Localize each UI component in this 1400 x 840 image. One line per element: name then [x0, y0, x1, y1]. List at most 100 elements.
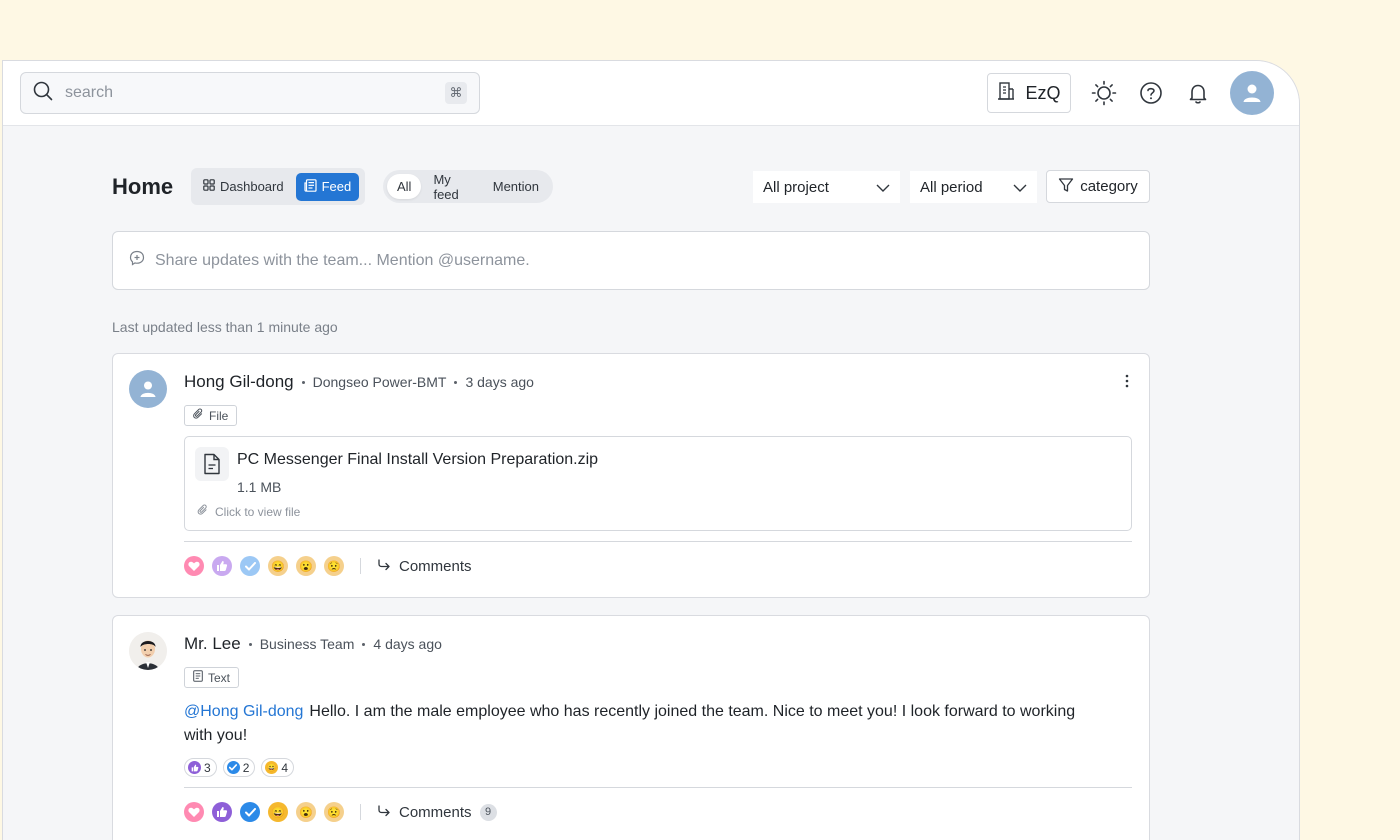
org-switcher-button[interactable]: EzQ: [987, 73, 1071, 113]
search-icon: [33, 81, 53, 106]
author-avatar[interactable]: [129, 370, 167, 408]
tab-dashboard[interactable]: Dashboard: [195, 173, 292, 201]
sad-reaction-icon[interactable]: 😟: [324, 556, 344, 576]
post-type-label: Text: [208, 670, 231, 685]
post-meta: Mr. Lee Business Team 4 days ago: [184, 634, 442, 654]
separator-dot: [454, 380, 458, 384]
reply-arrow-icon: [377, 558, 391, 575]
period-select[interactable]: All period: [910, 171, 1037, 203]
text-document-icon: [193, 670, 203, 685]
app-window: search ⌘ EzQ Home Dashboard Feed All My …: [2, 60, 1300, 840]
post-type-label: File: [209, 408, 229, 423]
file-attachment[interactable]: PC Messenger Final Install Version Prepa…: [184, 436, 1132, 531]
reaction-count: 2: [242, 760, 250, 775]
project-select-value: All project: [763, 178, 829, 196]
filter-all[interactable]: All: [387, 174, 422, 199]
feed-post: Hong Gil-dong Dongseo Power-BMT 3 days a…: [112, 353, 1150, 598]
author-team: Dongseo Power-BMT: [312, 374, 447, 390]
filter-mention[interactable]: Mention: [483, 174, 549, 199]
view-file-text: Click to view file: [215, 504, 301, 519]
surprised-reaction-icon[interactable]: 😮: [296, 556, 316, 576]
divider: [184, 541, 1132, 542]
mention-link[interactable]: @Hong Gil-dong: [184, 703, 303, 720]
thumbs-up-reaction-icon[interactable]: [212, 556, 232, 576]
author-name[interactable]: Mr. Lee: [184, 634, 241, 654]
view-switcher: Dashboard Feed: [191, 168, 365, 205]
grin-reaction-icon[interactable]: 😄: [268, 802, 288, 822]
search-placeholder: search: [65, 84, 114, 101]
separator-dot: [248, 642, 252, 646]
check-reaction-icon[interactable]: [240, 802, 260, 822]
reaction-count-chip[interactable]: 😄 4: [261, 758, 295, 777]
post-time: 4 days ago: [373, 636, 442, 652]
reaction-bar: 😄 😮 😟 Comments: [184, 556, 472, 576]
author-avatar[interactable]: [129, 632, 167, 670]
paperclip-icon: [193, 408, 204, 423]
reaction-count-chip[interactable]: 3: [184, 758, 217, 777]
building-icon: [997, 81, 1015, 106]
comments-label: Comments: [399, 803, 472, 821]
file-name: PC Messenger Final Install Version Prepa…: [237, 451, 599, 468]
heart-reaction-icon[interactable]: [184, 802, 204, 822]
tab-feed[interactable]: Feed: [295, 172, 360, 201]
reaction-summary: 3 2 😄 4: [184, 758, 295, 777]
bell-icon[interactable]: [1184, 79, 1212, 107]
comments-label: Comments: [399, 557, 472, 575]
search-input[interactable]: search ⌘: [20, 72, 480, 114]
comments-button[interactable]: Comments 9: [377, 803, 497, 821]
user-avatar[interactable]: [1230, 71, 1274, 115]
reaction-bar: 😄 😮 😟 Comments 9: [184, 802, 497, 822]
grid-icon: [203, 179, 215, 194]
project-select[interactable]: All project: [753, 171, 900, 203]
separator-dot: [301, 380, 305, 384]
chevron-down-icon: [876, 179, 890, 196]
page-title: Home: [112, 174, 174, 199]
reaction-count: 4: [281, 760, 289, 775]
check-icon: [226, 761, 240, 774]
chevron-down-icon: [1013, 179, 1027, 196]
add-post-icon: [129, 250, 145, 271]
help-icon[interactable]: [1137, 79, 1165, 107]
check-reaction-icon[interactable]: [240, 556, 260, 576]
post-text: Hello. I am the male employee who has re…: [184, 703, 1076, 744]
org-name: EzQ: [1025, 82, 1061, 103]
post-time: 3 days ago: [465, 374, 534, 390]
thumbs-up-icon: [188, 761, 201, 774]
heart-reaction-icon[interactable]: [184, 556, 204, 576]
post-type-tag: Text: [184, 667, 240, 688]
grin-reaction-icon[interactable]: 😄: [268, 556, 288, 576]
divider: [184, 787, 1132, 788]
paperclip-icon: [197, 504, 209, 519]
more-options-icon[interactable]: [1125, 374, 1129, 393]
post-body: @Hong Gil-dong Hello. I am the male emplo…: [184, 700, 1084, 748]
sad-reaction-icon[interactable]: 😟: [324, 802, 344, 822]
tab-feed-label: Feed: [321, 179, 352, 194]
view-file-hint: Click to view file: [197, 504, 300, 519]
surprised-reaction-icon[interactable]: 😮: [296, 802, 316, 822]
filter-my-feed[interactable]: My feed: [423, 172, 480, 202]
author-name[interactable]: Hong Gil-dong: [184, 372, 294, 392]
thumbs-up-reaction-icon[interactable]: [212, 802, 232, 822]
main-content: Home Dashboard Feed All My feed Mention …: [112, 167, 1150, 840]
post-type-tag: File: [184, 405, 238, 426]
reaction-count-chip[interactable]: 2: [222, 758, 256, 777]
comments-button[interactable]: Comments: [377, 558, 472, 575]
filter-icon: [1058, 177, 1074, 197]
comments-count-badge: 9: [479, 803, 497, 821]
period-select-value: All period: [920, 178, 983, 196]
tab-dashboard-label: Dashboard: [220, 179, 284, 194]
sun-icon[interactable]: [1090, 79, 1118, 107]
shortcut-key-icon: ⌘: [445, 82, 467, 104]
post-composer-input[interactable]: Share updates with the team... Mention @…: [112, 231, 1150, 290]
top-bar: search ⌘ EzQ: [3, 61, 1299, 126]
category-filter-button[interactable]: category: [1046, 170, 1150, 203]
divider: [360, 558, 361, 574]
file-size: 1.1 MB: [237, 479, 282, 495]
reaction-count: 3: [204, 760, 211, 775]
document-icon: [195, 447, 229, 481]
divider: [360, 804, 361, 820]
grin-icon: 😄: [265, 761, 279, 774]
feed-filter-tabs: All My feed Mention: [383, 170, 553, 203]
composer-placeholder: Share updates with the team... Mention @…: [155, 251, 530, 269]
author-team: Business Team: [259, 636, 355, 652]
